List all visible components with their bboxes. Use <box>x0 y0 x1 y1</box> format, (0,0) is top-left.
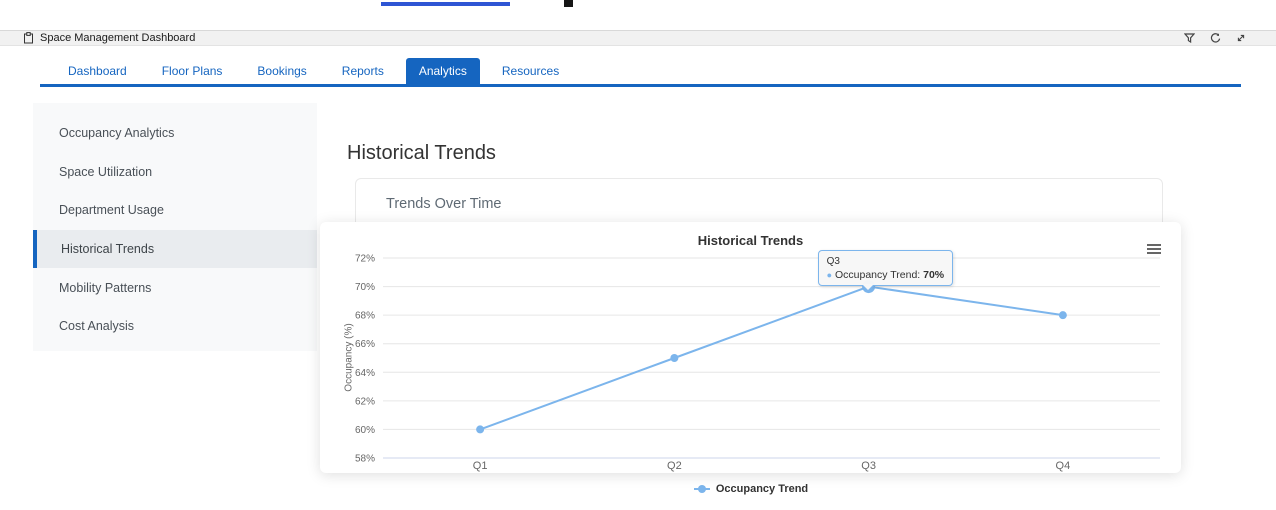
chart-panel: Historical Trends Occupancy (%) 58% 60% 62… <box>320 222 1181 473</box>
y-tick-label: 64% <box>355 368 375 379</box>
space-management-dashboard: Space Management Dashboard Dashboard Flo… <box>0 0 1276 510</box>
y-tick-label: 72% <box>355 254 375 265</box>
chart-legend: Occupancy Trend <box>320 481 1181 499</box>
tooltip-value: 70% <box>923 268 945 281</box>
y-tick-label: 70% <box>355 282 375 293</box>
series-line <box>479 285 1064 431</box>
legend-item-occupancy-trend[interactable]: Occupancy Trend <box>693 483 808 495</box>
tooltip-category: Q3 <box>826 255 840 267</box>
series-bullet-icon: ● <box>826 269 833 280</box>
refresh-icon[interactable] <box>1210 32 1221 44</box>
cropped-blue-underline-fragment <box>381 2 510 6</box>
sidebar-item-mobility-patterns[interactable]: Mobility Patterns <box>33 268 317 307</box>
tab-bookings[interactable]: Bookings <box>244 58 319 84</box>
filter-icon[interactable] <box>1184 33 1195 43</box>
sidebar-item-department-usage[interactable]: Department Usage <box>33 191 317 230</box>
y-tick-label: 58% <box>355 454 375 465</box>
chart-point-q2[interactable] <box>670 354 679 362</box>
sidebar-item-cost-analysis[interactable]: Cost Analysis <box>33 307 317 346</box>
page-title: Historical Trends <box>347 142 496 164</box>
tab-dashboard[interactable]: Dashboard <box>55 58 140 84</box>
tab-bar-underline <box>40 84 1241 87</box>
y-tick-label: 62% <box>355 396 375 407</box>
tab-floor-plans[interactable]: Floor Plans <box>149 58 236 84</box>
chart-point-q1[interactable] <box>476 425 485 434</box>
tab-reports[interactable]: Reports <box>329 58 397 84</box>
sidebar-item-occupancy-analytics[interactable]: Occupancy Analytics <box>33 114 317 153</box>
tooltip-series-label: Occupancy Trend: <box>834 268 921 281</box>
sidebar-item-historical-trends[interactable]: Historical Trends <box>33 229 317 269</box>
x-tick-label: Q2 <box>667 460 682 472</box>
tooltip-value-row: ● Occupancy Trend: 70% <box>827 269 945 281</box>
window-titlebar: Space Management Dashboard <box>0 30 1276 46</box>
chart-point-q4[interactable] <box>1058 311 1067 320</box>
tab-bar: Dashboard Floor Plans Bookings Reports A… <box>55 58 572 84</box>
sidebar: Occupancy Analytics Space Utilization De… <box>33 103 317 351</box>
x-tick-label: Q3 <box>861 460 876 472</box>
card-title: Trends Over Time <box>386 196 502 212</box>
y-tick-label: 66% <box>355 339 375 350</box>
collapse-icon[interactable] <box>1236 33 1246 43</box>
occupancy-line-chart: 58% 60% 62% 64% 66% 68% 70% 72% Q1 Q2 Q3 Q4 <box>355 254 1160 472</box>
legend-line-marker-icon <box>693 485 710 493</box>
titlebar-actions <box>1184 32 1246 44</box>
tab-analytics[interactable]: Analytics <box>405 58 480 84</box>
x-tick-label: Q1 <box>473 460 488 472</box>
sidebar-item-space-utilization[interactable]: Space Utilization <box>33 153 317 192</box>
cropped-text-fragment <box>564 0 573 7</box>
tab-resources[interactable]: Resources <box>489 58 572 84</box>
y-tick-label: 68% <box>355 311 375 322</box>
chart-tooltip: Q3 ● Occupancy Trend: 70% <box>817 249 954 292</box>
window-title: Space Management Dashboard <box>40 32 196 44</box>
y-tick-label: 60% <box>355 425 375 436</box>
x-tick-label: Q4 <box>1056 460 1071 472</box>
clipboard-icon <box>23 32 34 44</box>
legend-label: Occupancy Trend <box>715 483 809 495</box>
